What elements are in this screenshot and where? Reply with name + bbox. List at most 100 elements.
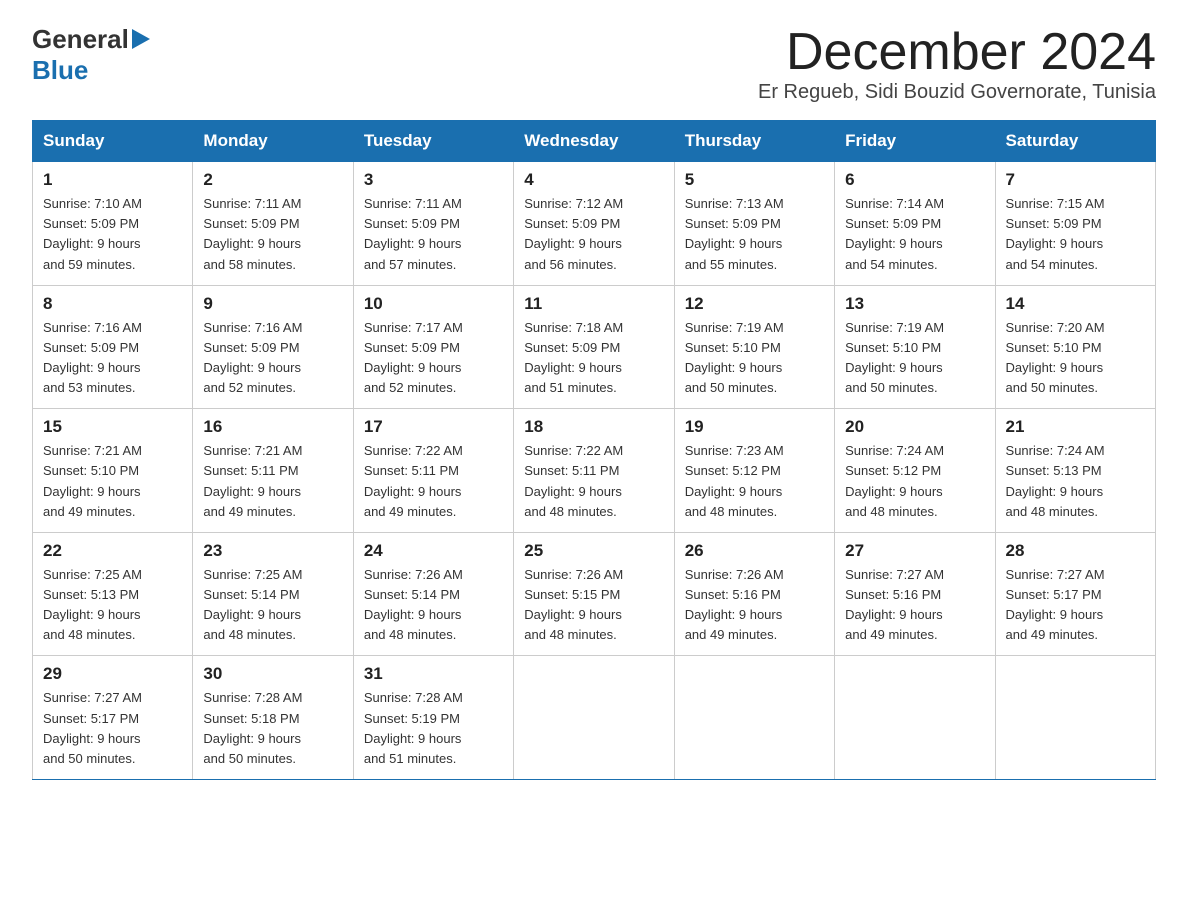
calendar-cell: 22 Sunrise: 7:25 AM Sunset: 5:13 PM Dayl… xyxy=(33,532,193,656)
day-info: Sunrise: 7:24 AM Sunset: 5:13 PM Dayligh… xyxy=(1006,441,1145,522)
calendar-week-row: 1 Sunrise: 7:10 AM Sunset: 5:09 PM Dayli… xyxy=(33,162,1156,286)
calendar-cell: 10 Sunrise: 7:17 AM Sunset: 5:09 PM Dayl… xyxy=(353,285,513,409)
day-number: 9 xyxy=(203,294,342,314)
calendar-cell: 3 Sunrise: 7:11 AM Sunset: 5:09 PM Dayli… xyxy=(353,162,513,286)
calendar-week-row: 8 Sunrise: 7:16 AM Sunset: 5:09 PM Dayli… xyxy=(33,285,1156,409)
day-info: Sunrise: 7:16 AM Sunset: 5:09 PM Dayligh… xyxy=(43,318,182,399)
day-info: Sunrise: 7:27 AM Sunset: 5:17 PM Dayligh… xyxy=(1006,565,1145,646)
calendar-week-row: 15 Sunrise: 7:21 AM Sunset: 5:10 PM Dayl… xyxy=(33,409,1156,533)
day-number: 30 xyxy=(203,664,342,684)
calendar-cell: 16 Sunrise: 7:21 AM Sunset: 5:11 PM Dayl… xyxy=(193,409,353,533)
calendar-cell xyxy=(835,656,995,780)
day-number: 14 xyxy=(1006,294,1145,314)
day-info: Sunrise: 7:25 AM Sunset: 5:13 PM Dayligh… xyxy=(43,565,182,646)
day-number: 17 xyxy=(364,417,503,437)
day-number: 24 xyxy=(364,541,503,561)
calendar-cell: 31 Sunrise: 7:28 AM Sunset: 5:19 PM Dayl… xyxy=(353,656,513,780)
calendar-cell xyxy=(514,656,674,780)
day-number: 15 xyxy=(43,417,182,437)
calendar-cell xyxy=(674,656,834,780)
logo-general-text: General xyxy=(32,24,129,55)
day-info: Sunrise: 7:26 AM Sunset: 5:14 PM Dayligh… xyxy=(364,565,503,646)
calendar-cell: 24 Sunrise: 7:26 AM Sunset: 5:14 PM Dayl… xyxy=(353,532,513,656)
calendar-cell: 1 Sunrise: 7:10 AM Sunset: 5:09 PM Dayli… xyxy=(33,162,193,286)
calendar-cell: 15 Sunrise: 7:21 AM Sunset: 5:10 PM Dayl… xyxy=(33,409,193,533)
weekday-header-wednesday: Wednesday xyxy=(514,121,674,162)
day-number: 10 xyxy=(364,294,503,314)
calendar-cell: 2 Sunrise: 7:11 AM Sunset: 5:09 PM Dayli… xyxy=(193,162,353,286)
calendar-cell: 26 Sunrise: 7:26 AM Sunset: 5:16 PM Dayl… xyxy=(674,532,834,656)
calendar-cell: 30 Sunrise: 7:28 AM Sunset: 5:18 PM Dayl… xyxy=(193,656,353,780)
calendar-cell xyxy=(995,656,1155,780)
logo: General Blue xyxy=(32,24,150,86)
calendar-cell: 21 Sunrise: 7:24 AM Sunset: 5:13 PM Dayl… xyxy=(995,409,1155,533)
weekday-header-thursday: Thursday xyxy=(674,121,834,162)
day-info: Sunrise: 7:15 AM Sunset: 5:09 PM Dayligh… xyxy=(1006,194,1145,275)
calendar-cell: 9 Sunrise: 7:16 AM Sunset: 5:09 PM Dayli… xyxy=(193,285,353,409)
day-info: Sunrise: 7:28 AM Sunset: 5:19 PM Dayligh… xyxy=(364,688,503,769)
title-area: December 2024 Er Regueb, Sidi Bouzid Gov… xyxy=(758,24,1156,104)
day-info: Sunrise: 7:27 AM Sunset: 5:16 PM Dayligh… xyxy=(845,565,984,646)
day-number: 11 xyxy=(524,294,663,314)
calendar-cell: 27 Sunrise: 7:27 AM Sunset: 5:16 PM Dayl… xyxy=(835,532,995,656)
day-number: 23 xyxy=(203,541,342,561)
day-info: Sunrise: 7:22 AM Sunset: 5:11 PM Dayligh… xyxy=(364,441,503,522)
day-info: Sunrise: 7:19 AM Sunset: 5:10 PM Dayligh… xyxy=(685,318,824,399)
calendar-cell: 14 Sunrise: 7:20 AM Sunset: 5:10 PM Dayl… xyxy=(995,285,1155,409)
day-info: Sunrise: 7:27 AM Sunset: 5:17 PM Dayligh… xyxy=(43,688,182,769)
day-number: 2 xyxy=(203,170,342,190)
calendar-cell: 12 Sunrise: 7:19 AM Sunset: 5:10 PM Dayl… xyxy=(674,285,834,409)
day-info: Sunrise: 7:11 AM Sunset: 5:09 PM Dayligh… xyxy=(364,194,503,275)
day-number: 19 xyxy=(685,417,824,437)
day-info: Sunrise: 7:24 AM Sunset: 5:12 PM Dayligh… xyxy=(845,441,984,522)
calendar-cell: 8 Sunrise: 7:16 AM Sunset: 5:09 PM Dayli… xyxy=(33,285,193,409)
day-info: Sunrise: 7:28 AM Sunset: 5:18 PM Dayligh… xyxy=(203,688,342,769)
day-info: Sunrise: 7:23 AM Sunset: 5:12 PM Dayligh… xyxy=(685,441,824,522)
day-number: 8 xyxy=(43,294,182,314)
logo-line2: Blue xyxy=(32,55,88,86)
day-info: Sunrise: 7:16 AM Sunset: 5:09 PM Dayligh… xyxy=(203,318,342,399)
calendar-cell: 28 Sunrise: 7:27 AM Sunset: 5:17 PM Dayl… xyxy=(995,532,1155,656)
day-number: 6 xyxy=(845,170,984,190)
day-number: 12 xyxy=(685,294,824,314)
day-number: 4 xyxy=(524,170,663,190)
calendar-week-row: 29 Sunrise: 7:27 AM Sunset: 5:17 PM Dayl… xyxy=(33,656,1156,780)
day-info: Sunrise: 7:17 AM Sunset: 5:09 PM Dayligh… xyxy=(364,318,503,399)
weekday-header-friday: Friday xyxy=(835,121,995,162)
weekday-header-sunday: Sunday xyxy=(33,121,193,162)
day-number: 27 xyxy=(845,541,984,561)
calendar-cell: 18 Sunrise: 7:22 AM Sunset: 5:11 PM Dayl… xyxy=(514,409,674,533)
calendar-cell: 19 Sunrise: 7:23 AM Sunset: 5:12 PM Dayl… xyxy=(674,409,834,533)
weekday-header-saturday: Saturday xyxy=(995,121,1155,162)
day-number: 13 xyxy=(845,294,984,314)
page-header: General Blue December 2024 Er Regueb, Si… xyxy=(32,24,1156,104)
day-number: 20 xyxy=(845,417,984,437)
day-number: 31 xyxy=(364,664,503,684)
calendar-cell: 25 Sunrise: 7:26 AM Sunset: 5:15 PM Dayl… xyxy=(514,532,674,656)
day-number: 22 xyxy=(43,541,182,561)
location-title: Er Regueb, Sidi Bouzid Governorate, Tuni… xyxy=(758,81,1156,104)
day-number: 16 xyxy=(203,417,342,437)
day-number: 1 xyxy=(43,170,182,190)
day-number: 29 xyxy=(43,664,182,684)
day-number: 7 xyxy=(1006,170,1145,190)
logo-line1: General xyxy=(32,24,150,55)
logo-blue-text: Blue xyxy=(32,55,88,86)
calendar-cell: 23 Sunrise: 7:25 AM Sunset: 5:14 PM Dayl… xyxy=(193,532,353,656)
day-number: 18 xyxy=(524,417,663,437)
day-number: 25 xyxy=(524,541,663,561)
calendar-cell: 13 Sunrise: 7:19 AM Sunset: 5:10 PM Dayl… xyxy=(835,285,995,409)
day-info: Sunrise: 7:26 AM Sunset: 5:16 PM Dayligh… xyxy=(685,565,824,646)
day-info: Sunrise: 7:21 AM Sunset: 5:11 PM Dayligh… xyxy=(203,441,342,522)
day-info: Sunrise: 7:19 AM Sunset: 5:10 PM Dayligh… xyxy=(845,318,984,399)
logo-arrow-icon xyxy=(132,29,150,54)
day-info: Sunrise: 7:10 AM Sunset: 5:09 PM Dayligh… xyxy=(43,194,182,275)
day-number: 28 xyxy=(1006,541,1145,561)
weekday-header-row: SundayMondayTuesdayWednesdayThursdayFrid… xyxy=(33,121,1156,162)
day-info: Sunrise: 7:25 AM Sunset: 5:14 PM Dayligh… xyxy=(203,565,342,646)
day-info: Sunrise: 7:21 AM Sunset: 5:10 PM Dayligh… xyxy=(43,441,182,522)
calendar-cell: 4 Sunrise: 7:12 AM Sunset: 5:09 PM Dayli… xyxy=(514,162,674,286)
calendar-cell: 11 Sunrise: 7:18 AM Sunset: 5:09 PM Dayl… xyxy=(514,285,674,409)
day-number: 3 xyxy=(364,170,503,190)
day-info: Sunrise: 7:18 AM Sunset: 5:09 PM Dayligh… xyxy=(524,318,663,399)
